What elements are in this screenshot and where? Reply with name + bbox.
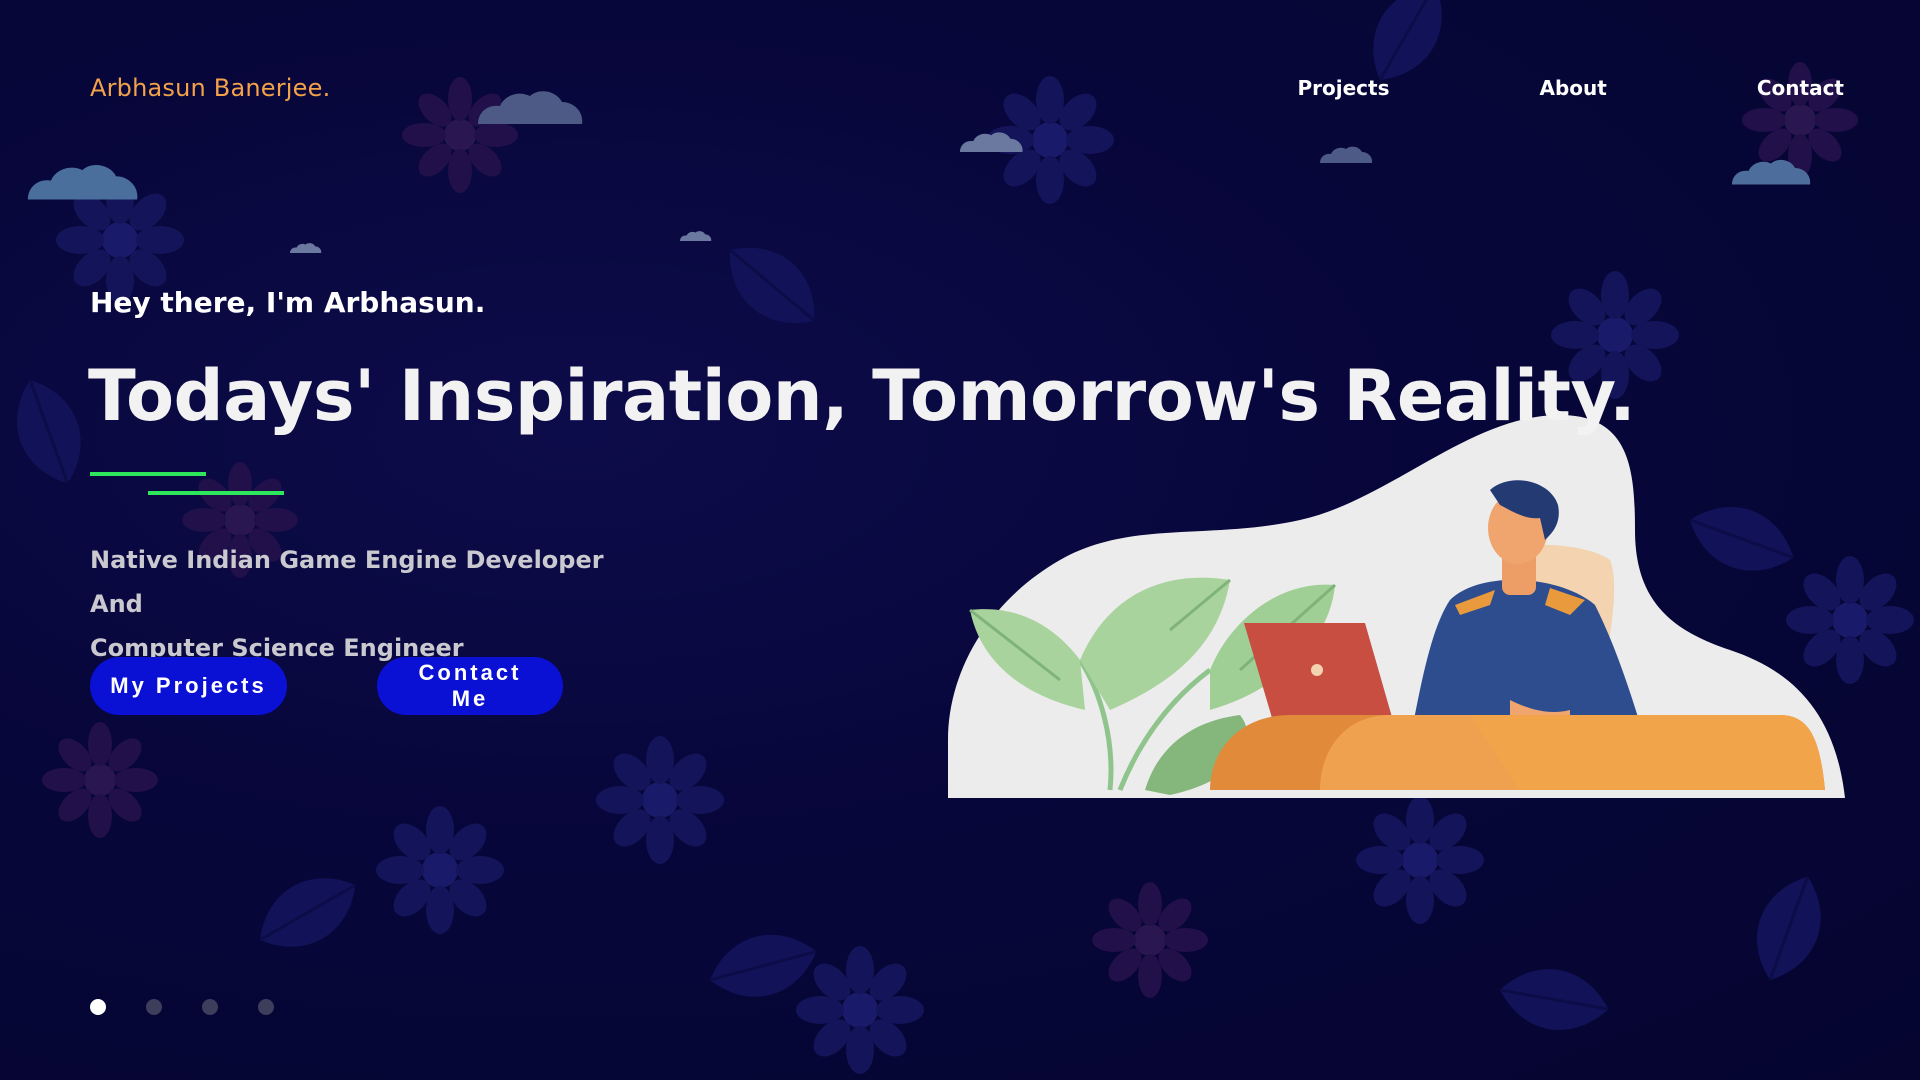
accent-underline-bottom [148,491,284,495]
carousel-indicators [90,999,274,1015]
nav-about-link[interactable]: About [1540,76,1607,100]
developer-at-desk-illustration [948,415,1845,798]
carousel-dot-4[interactable] [258,999,274,1015]
hero-headline: Todays' Inspiration, Tomorrow's Reality. [88,355,1636,437]
desk-icon [1210,715,1825,790]
my-projects-button[interactable]: My Projects [90,657,287,715]
carousel-dot-2[interactable] [146,999,162,1015]
hero-subtitle: Native Indian Game Engine Developer And … [90,538,650,670]
carousel-dot-3[interactable] [202,999,218,1015]
site-logo[interactable]: Arbhasun Banerjee. [90,74,330,102]
carousel-dot-1[interactable] [90,999,106,1015]
accent-underline-top [90,472,206,476]
hero-greeting: Hey there, I'm Arbhasun. [90,286,486,319]
hero-subtitle-line-1: Native Indian Game Engine Developer And [90,546,604,618]
nav-projects-link[interactable]: Projects [1298,76,1390,100]
main-nav: Projects About Contact [1298,76,1845,100]
contact-me-button[interactable]: Contact Me [377,657,563,715]
nav-contact-link[interactable]: Contact [1757,76,1844,100]
